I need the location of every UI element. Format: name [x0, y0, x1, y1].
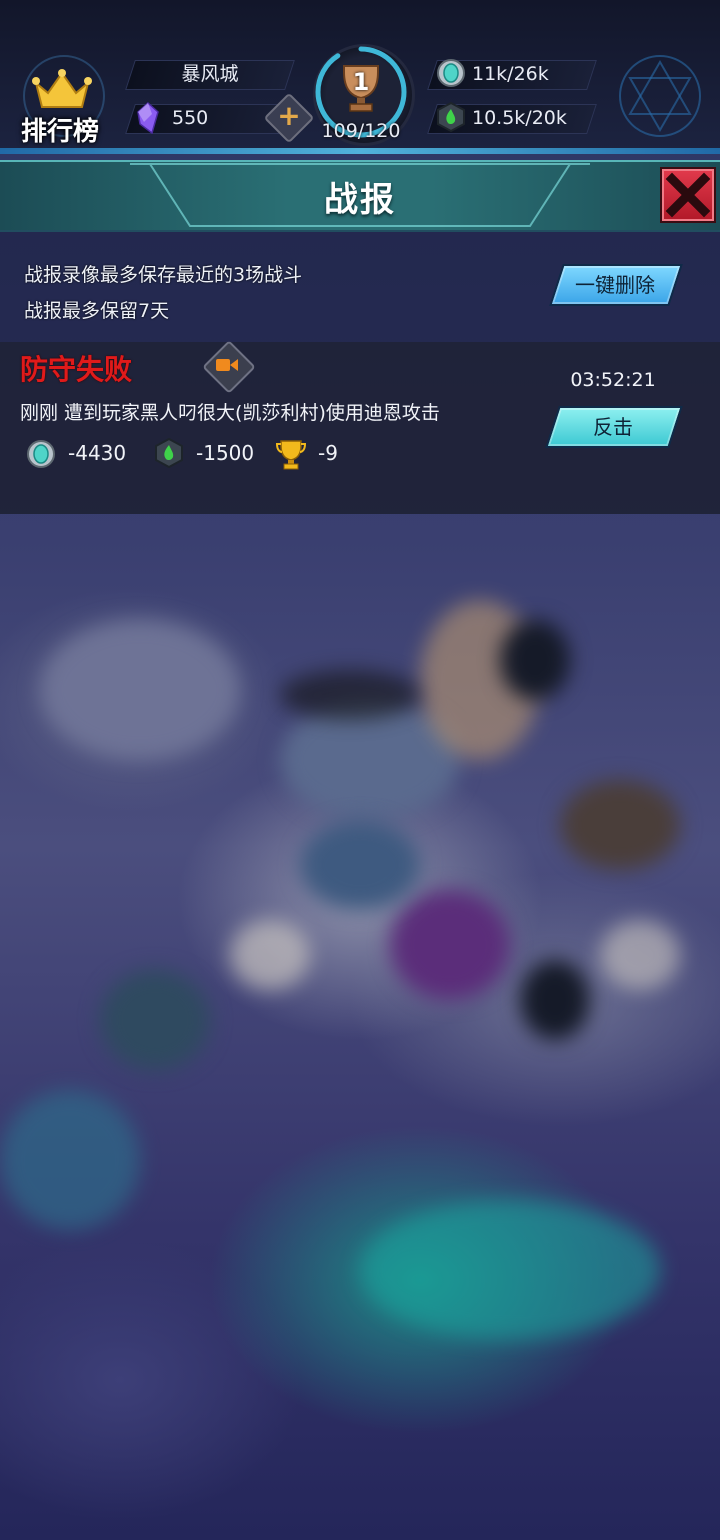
gem-icon	[137, 102, 159, 134]
info-line-retention: 战报最多保留7天	[24, 300, 170, 322]
delete-all-label: 一键删除	[575, 273, 655, 297]
leaderboard-button[interactable]: 排行榜	[18, 55, 108, 147]
crystal-resource-amount: 11k/26k	[472, 63, 549, 85]
crystal-resource-icon	[27, 440, 55, 468]
trophy-loss: -9	[318, 441, 338, 465]
gem-count: 550	[172, 107, 209, 129]
defense-result: 防守失败	[20, 353, 133, 386]
video-icon	[216, 359, 238, 371]
leaderboard-label: 排行榜	[20, 117, 99, 147]
gold-trophy-icon	[276, 440, 306, 470]
top-bar-divider	[0, 148, 720, 154]
crystal-loss: -4430	[68, 441, 127, 465]
close-button[interactable]	[660, 167, 716, 223]
hexagram-emblem-icon	[619, 55, 701, 137]
city-name: 暴风城	[181, 63, 239, 85]
counterattack-label: 反击	[593, 415, 633, 439]
close-icon	[665, 172, 711, 218]
elixir-resource-amount: 10.5k/20k	[472, 107, 567, 129]
trophy-level: 1	[352, 68, 370, 96]
plus-icon: +	[277, 99, 301, 132]
trophy-progress-text: 109/120	[321, 120, 401, 142]
info-line-replay-limit: 战报录像最多保存最近的3场战斗	[24, 264, 303, 286]
record-time: 03:52:21	[570, 369, 656, 391]
crystal-resource-icon	[437, 59, 465, 87]
crown-icon	[32, 69, 92, 108]
record-description: 刚刚 遭到玩家黑人叼很大(凯莎利村)使用迪恩攻击	[20, 402, 440, 424]
elixir-resource-icon	[155, 438, 183, 468]
panel-title: 战报	[324, 180, 396, 220]
elixir-resource-icon	[437, 102, 465, 132]
elixir-loss: -1500	[196, 441, 255, 465]
